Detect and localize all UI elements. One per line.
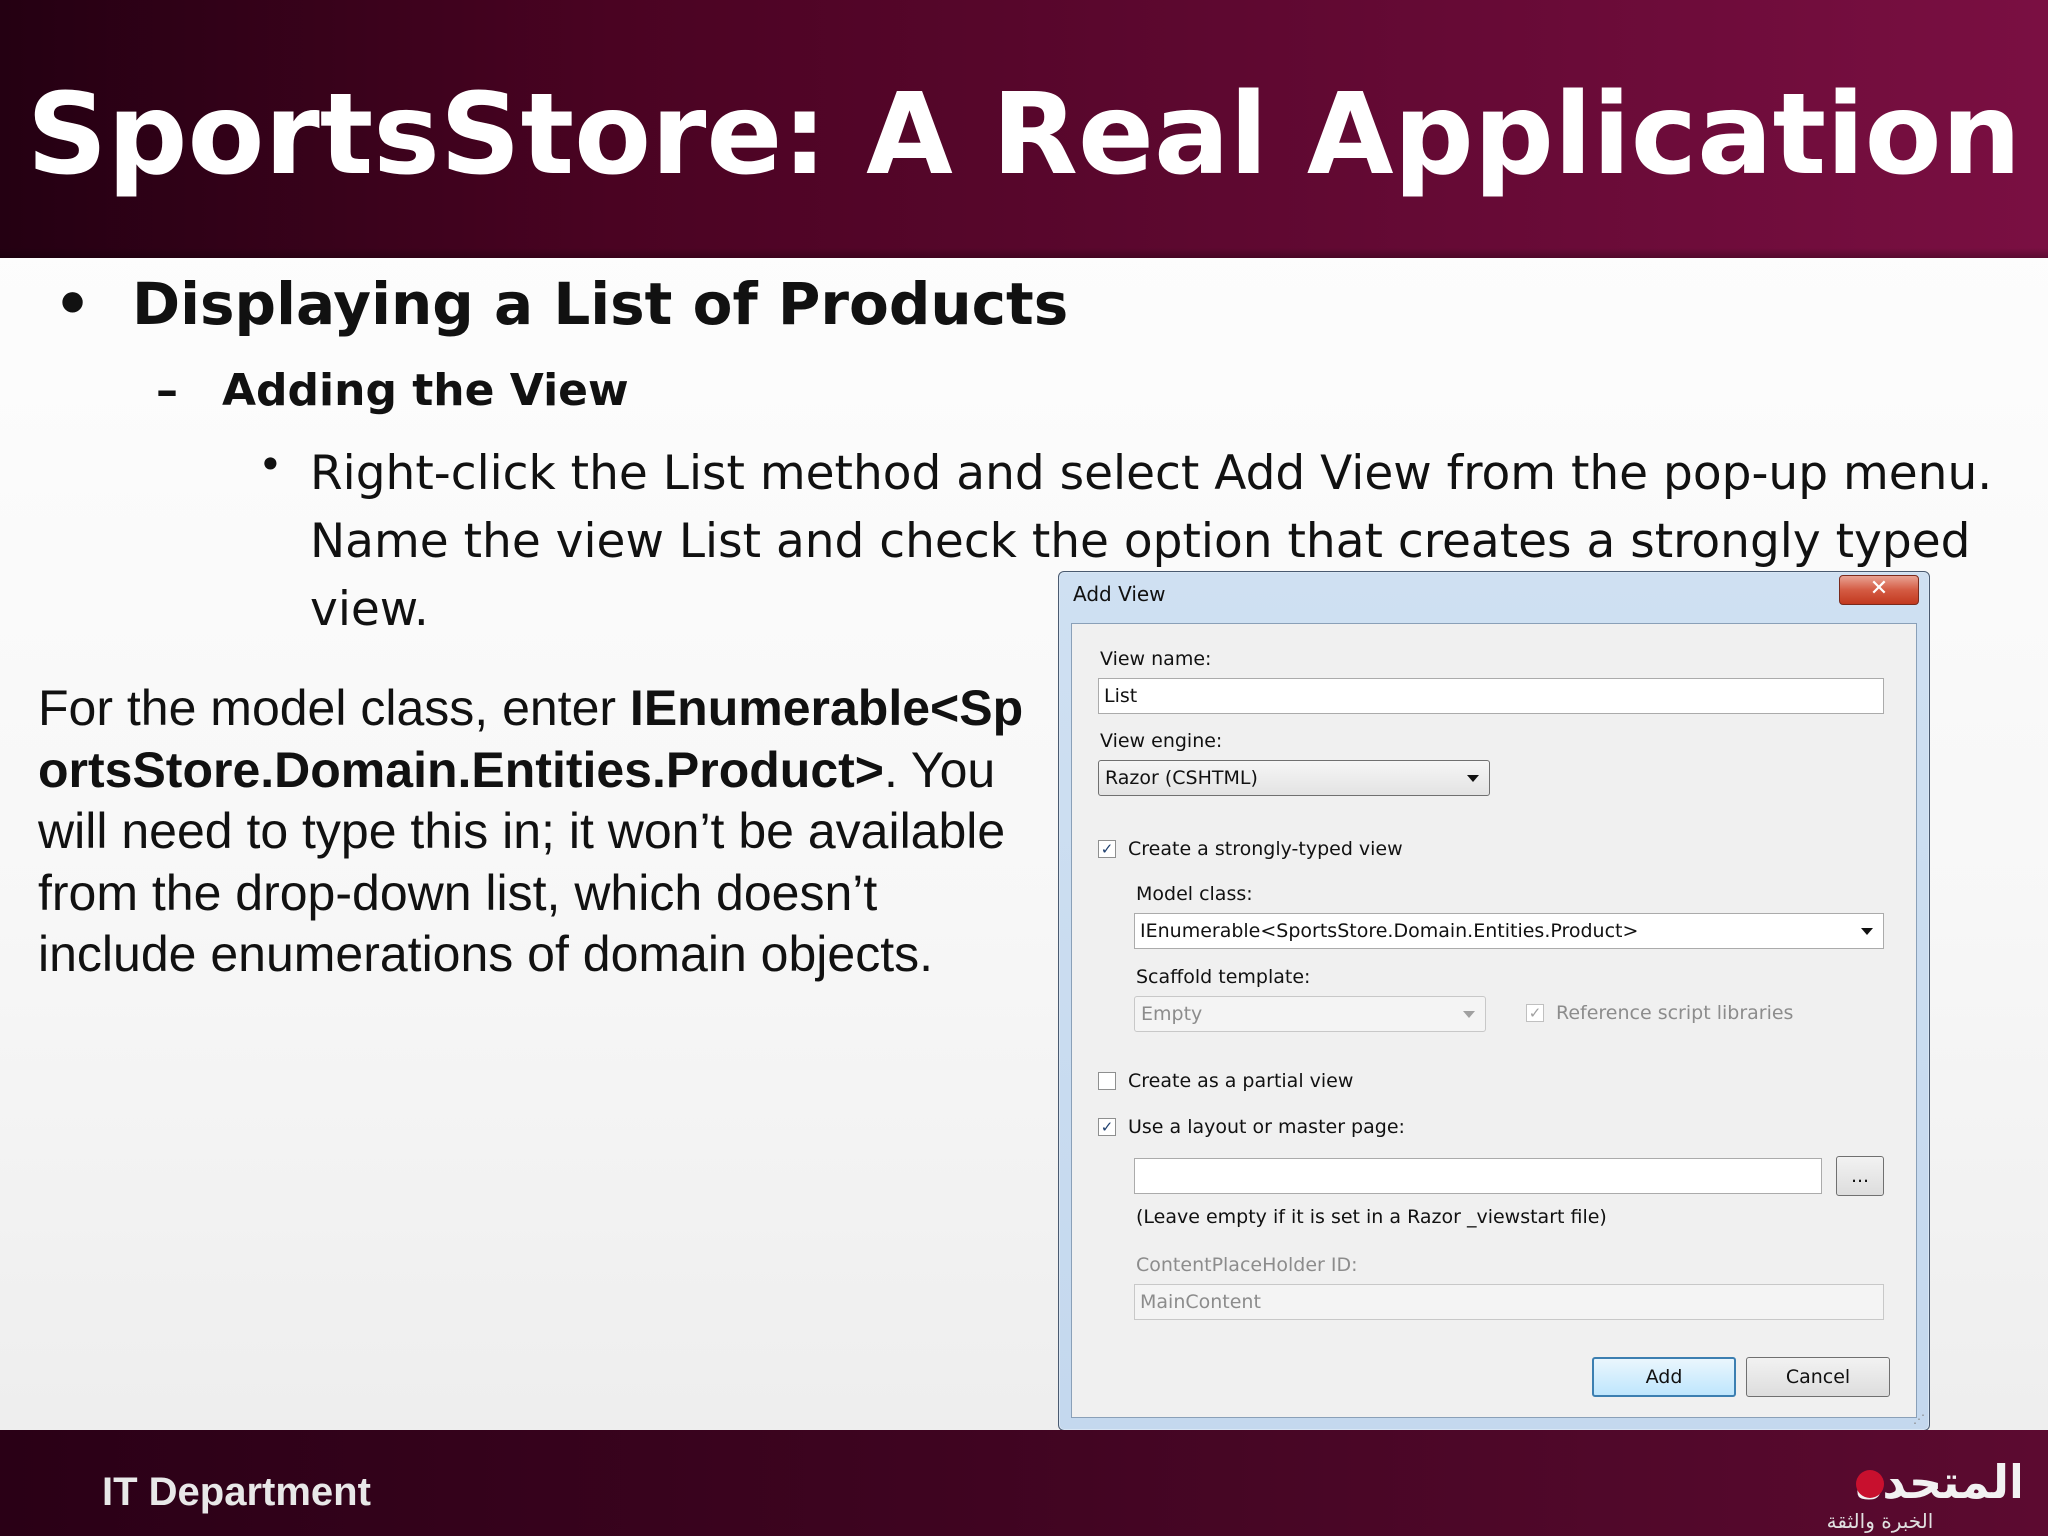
chevron-down-icon: [1467, 775, 1479, 782]
model-class-label: Model class:: [1136, 883, 1253, 905]
company-logo: المتحدة الخبرة والثقة: [1827, 1455, 2020, 1533]
resize-grip-icon[interactable]: ⋰: [1913, 1412, 1925, 1426]
bullet-level2: – Adding the View: [156, 365, 629, 416]
bullet-level3-glyph: •: [258, 440, 283, 489]
scaffold-template-value: Empty: [1141, 1003, 1203, 1025]
dialog-body: View name: List View engine: Razor (CSHT…: [1071, 623, 1917, 1418]
view-engine-value: Razor (CSHTML): [1105, 767, 1258, 789]
scaffold-template-select[interactable]: Empty: [1134, 996, 1486, 1032]
view-name-input[interactable]: List: [1098, 678, 1884, 714]
view-engine-label: View engine:: [1100, 730, 1223, 752]
placeholder-id-label: ContentPlaceHolder ID:: [1136, 1254, 1358, 1276]
close-button[interactable]: ✕: [1839, 575, 1919, 605]
placeholder-id-input[interactable]: MainContent: [1134, 1284, 1884, 1320]
bullet-level1-text: Displaying a List of Products: [132, 270, 1069, 338]
layout-label[interactable]: Use a layout or master page:: [1128, 1116, 1405, 1138]
dialog-title: Add View: [1073, 582, 1166, 606]
logo-mark-icon: [1856, 1470, 1884, 1498]
slide-title: SportsStore: A Real Application: [26, 70, 2022, 200]
dash-glyph: –: [156, 365, 178, 416]
add-view-dialog: Add View ✕ View name: List View engine: …: [1058, 571, 1930, 1431]
partial-view-label[interactable]: Create as a partial view: [1128, 1070, 1353, 1092]
logo-subtext: الخبرة والثقة: [1827, 1509, 1934, 1533]
close-icon: ✕: [1869, 576, 1889, 601]
add-button[interactable]: Add: [1592, 1357, 1736, 1397]
layout-checkbox[interactable]: ✓: [1098, 1118, 1116, 1136]
model-class-combo[interactable]: IEnumerable<SportsStore.Domain.Entities.…: [1134, 913, 1884, 949]
reference-scripts-label: Reference script libraries: [1556, 1002, 1794, 1024]
cancel-button[interactable]: Cancel: [1746, 1357, 1890, 1397]
partial-view-checkbox[interactable]: [1098, 1072, 1116, 1090]
bullet-level1: • Displaying a List of Products: [54, 270, 1068, 338]
view-engine-select[interactable]: Razor (CSHTML): [1098, 760, 1490, 796]
bullet-glyph: •: [54, 270, 92, 338]
layout-hint: (Leave empty if it is set in a Razor _vi…: [1136, 1206, 1607, 1228]
chevron-down-icon: [1861, 928, 1873, 935]
browse-button[interactable]: ...: [1836, 1156, 1884, 1196]
model-class-value: IEnumerable<SportsStore.Domain.Entities.…: [1140, 920, 1639, 942]
note-prefix: For the model class, enter: [38, 680, 630, 736]
bullet-level2-text: Adding the View: [222, 365, 629, 416]
footer-department: IT Department: [102, 1470, 371, 1514]
view-name-label: View name:: [1100, 648, 1212, 670]
model-class-note: For the model class, enter IEnumerable<S…: [38, 678, 1028, 986]
scaffold-template-label: Scaffold template:: [1136, 966, 1311, 988]
chevron-down-icon: [1463, 1011, 1475, 1018]
layout-path-input[interactable]: [1134, 1158, 1822, 1194]
strongly-typed-checkbox[interactable]: ✓: [1098, 840, 1116, 858]
reference-scripts-checkbox[interactable]: ✓: [1526, 1004, 1544, 1022]
strongly-typed-label[interactable]: Create a strongly-typed view: [1128, 838, 1403, 860]
